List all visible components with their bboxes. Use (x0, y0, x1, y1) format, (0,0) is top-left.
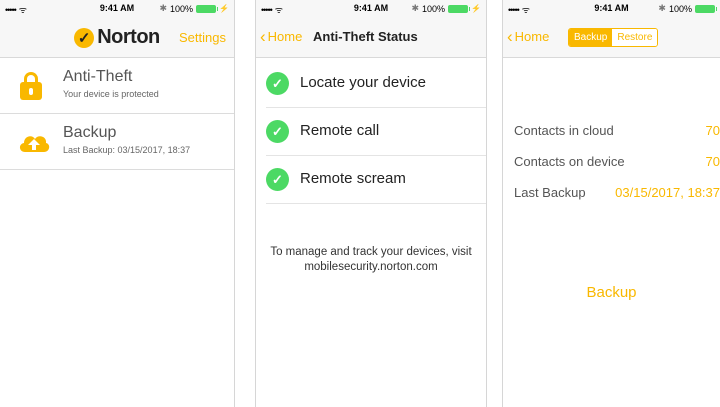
battery-icon (448, 4, 471, 13)
brand-name: Norton (97, 26, 160, 48)
battery-percent: 100% (668, 3, 692, 14)
feature-row-locate[interactable]: ✓ Locate your device (266, 60, 486, 108)
backup-restore-segmented-control: Backup Restore (568, 28, 659, 47)
status-bar: ••••• ᯤ 9:41 AM ✱ 100% (503, 0, 720, 18)
info-row-last-backup: Last Backup 03/15/2017, 18:37 (514, 185, 720, 200)
bluetooth-icon: ✱ (159, 3, 167, 13)
list-item-title: Backup (63, 124, 117, 141)
nav-bar: ‹ Home Anti-Theft Status (256, 18, 486, 58)
check-circle-icon: ✓ (266, 120, 289, 143)
list-item-subtitle: Last Backup: 03/15/2017, 18:37 (63, 145, 191, 155)
back-button[interactable]: ‹ Home (507, 26, 550, 46)
back-label: Home (514, 29, 550, 44)
checkmark-logo-icon: ✓ (74, 27, 95, 48)
charging-icon: ⚡ (219, 4, 229, 13)
info-row-contacts-device: Contacts on device 70 (514, 154, 720, 169)
feature-label: Locate your device (300, 74, 426, 91)
screen-home: ••••• ᯤ 9:41 AM ✱ 100% ⚡ ✓ Norton Setting… (0, 0, 235, 407)
status-bar: ••••• ᯤ 9:41 AM ✱ 100% ⚡ (256, 0, 486, 18)
feature-label: Remote call (300, 122, 380, 139)
info-label: Last Backup (514, 185, 586, 200)
tab-restore[interactable]: Restore (612, 29, 658, 46)
screen-anti-theft-status: ••••• ᯤ 9:41 AM ✱ 100% ⚡ ‹ Home Anti-Thef… (255, 0, 487, 407)
back-button[interactable]: ‹ Home (260, 26, 303, 46)
feature-row-remote-scream[interactable]: ✓ Remote scream (266, 156, 486, 204)
list-item-title: Anti-Theft (63, 68, 133, 85)
info-label: Contacts on device (514, 154, 625, 169)
bluetooth-icon: ✱ (411, 3, 419, 13)
check-circle-icon: ✓ (266, 72, 289, 95)
back-label: Home (267, 29, 303, 44)
cloud-upload-icon (19, 128, 50, 156)
chevron-left-icon: ‹ (260, 26, 266, 46)
feature-label: Remote scream (300, 170, 406, 187)
list-item-anti-theft[interactable]: Anti-Theft Your device is protected (0, 58, 234, 114)
status-bar: ••••• ᯤ 9:41 AM ✱ 100% ⚡ (0, 0, 234, 18)
list-item-subtitle: Your device is protected (63, 89, 159, 99)
nav-bar: ‹ Home Backup Restore (503, 18, 720, 58)
battery-icon (695, 4, 717, 13)
nav-bar: ✓ Norton Settings (0, 18, 234, 58)
info-value: 70 (705, 154, 720, 169)
tab-backup[interactable]: Backup (569, 29, 613, 46)
info-label: Contacts in cloud (514, 123, 614, 138)
backup-button[interactable]: Backup (503, 284, 720, 301)
page-title: Anti-Theft Status (313, 29, 418, 44)
manage-info-text: To manage and track your devices, visit … (270, 246, 472, 273)
battery-icon (196, 4, 219, 13)
info-value: 03/15/2017, 18:37 (615, 185, 720, 200)
feature-row-remote-call[interactable]: ✓ Remote call (266, 108, 486, 156)
bluetooth-icon: ✱ (658, 3, 666, 13)
battery-percent: 100% (170, 3, 194, 14)
battery-percent: 100% (422, 3, 446, 14)
check-circle-icon: ✓ (266, 168, 289, 191)
list-item-backup[interactable]: Backup Last Backup: 03/15/2017, 18:37 (0, 114, 234, 170)
chevron-left-icon: ‹ (507, 26, 513, 46)
lock-icon (20, 72, 42, 100)
info-row-contacts-cloud: Contacts in cloud 70 (514, 123, 720, 138)
screen-backup: ••••• ᯤ 9:41 AM ✱ 100% ‹ Home Backup Rest… (502, 0, 720, 407)
info-value: 70 (705, 123, 720, 138)
charging-icon: ⚡ (471, 4, 481, 13)
settings-button[interactable]: Settings (179, 30, 226, 45)
